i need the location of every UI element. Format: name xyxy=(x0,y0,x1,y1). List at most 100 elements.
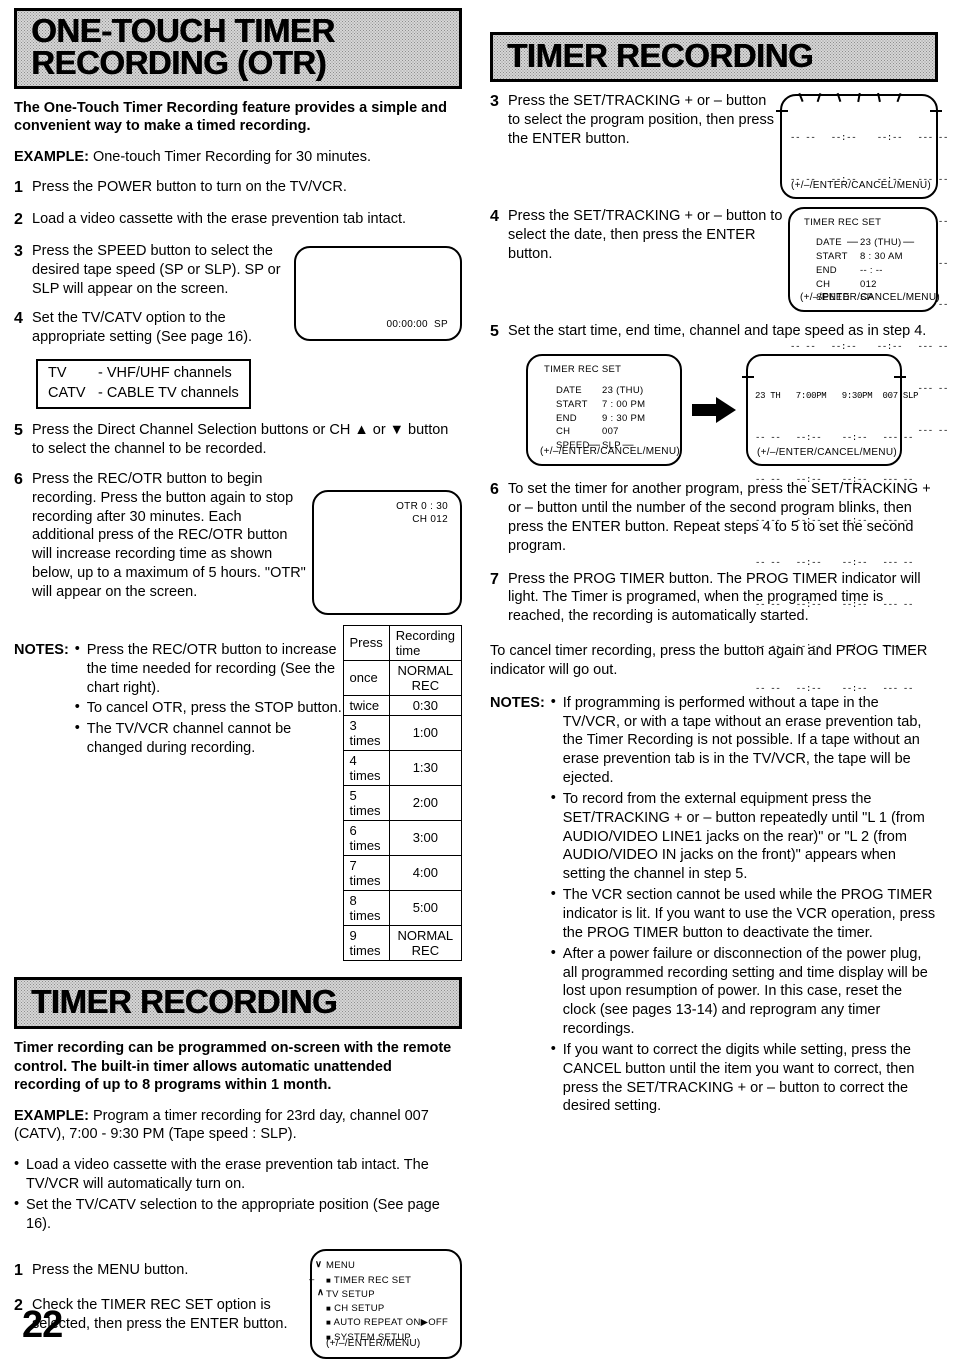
osd-otr-block: OTR 0 : 30 CH 012 xyxy=(396,500,448,527)
osd-menu-item-selected: – ■ TIMER REC SET xyxy=(309,1274,448,1288)
osd-menu-item: ∧ TV SETUP xyxy=(317,1287,448,1302)
osd-menu-item: ■ CH SETUP xyxy=(326,1302,448,1316)
osd-trs-label: START xyxy=(816,251,848,263)
osd-trs-value: 012 xyxy=(860,278,877,290)
osd-menu-item-label: TV SETUP xyxy=(326,1288,375,1300)
osd-speed-counter: 00:00:00 SP xyxy=(387,318,448,332)
cell-time: 0:30 xyxy=(388,694,463,716)
osd-program-list-screen-step3: -- -- --:-- --:-- --- -- -- -- --:-- --:… xyxy=(776,93,948,436)
blink-tick-icon xyxy=(816,93,821,103)
bullet-square-icon: ■ xyxy=(326,1318,332,1328)
recording-time-table: Press Recording time once NORMAL REC twic… xyxy=(342,624,463,961)
osd-trs-title: TIMER REC SET xyxy=(544,364,622,376)
otr-example: EXAMPLE: One-touch Timer Recording for 3… xyxy=(14,148,462,167)
osd-trs-row: CH 012 xyxy=(816,278,903,292)
right-notes: NOTES: If programming is performed witho… xyxy=(490,693,938,1119)
osd-otr-channel: CH 012 xyxy=(412,514,448,526)
step-number: 5 xyxy=(14,422,23,440)
blink-tick-icon xyxy=(798,93,804,103)
timer-step-1: 1 Press the MENU button. xyxy=(14,1261,306,1282)
step-text: Press the SPEED button to select the des… xyxy=(32,242,281,297)
step-number: 1 xyxy=(14,1262,23,1280)
otr-step-6: 6 Press the REC/OTR button to begin reco… xyxy=(14,470,306,602)
cursor-up-icon: ∧ xyxy=(317,1286,325,1298)
osd-menu-title: MENU xyxy=(326,1260,356,1272)
osd-trs-value: 23 (THU) xyxy=(847,235,915,251)
osd-program-row: -- -- --:-- --:-- --- -- xyxy=(790,133,949,144)
step-number: 4 xyxy=(14,310,23,328)
cell-time: 3:00 xyxy=(388,819,463,856)
timer-recording-title-right: TIMER RECORDING xyxy=(507,37,814,74)
table-header-row: Press Recording time xyxy=(342,624,463,661)
osd-trs-label: END xyxy=(556,412,577,424)
manual-page: ONE-TOUCH TIMER RECORDING (OTR) The One-… xyxy=(0,0,954,1359)
cell-time: 1:30 xyxy=(388,749,463,786)
cell-time: NORMAL REC xyxy=(388,924,463,961)
table-row: 8 times 5:00 xyxy=(342,889,463,926)
tv-catv-row: CATV - CABLE TV channels xyxy=(48,384,239,404)
osd-trs-row: START 7 : 00 PM xyxy=(556,398,645,412)
osd-trs-footer: (+/–/ENTER/CANCEL/MENU) xyxy=(540,445,680,457)
step-text: Set the TV/CATV option to the appropriat… xyxy=(32,310,253,346)
table-row: twice 0:30 xyxy=(342,694,463,716)
osd-trs-row: DATE23 (THU) xyxy=(816,235,915,251)
note-item: The VCR section cannot be used while the… xyxy=(551,885,938,943)
cell-time: 2:00 xyxy=(388,784,463,821)
blink-tick-icon xyxy=(896,93,902,103)
step-number: 6 xyxy=(14,470,23,488)
tv-catv-row: TV - VHF/UHF channels xyxy=(48,364,239,384)
otr-step-6-block: 6 Press the REC/OTR button to begin reco… xyxy=(14,470,462,615)
osd-menu-list: ∨ MENU – ■ TIMER REC SET ∧ TV SETUP ■ CH… xyxy=(309,1259,448,1345)
cell-time: 4:00 xyxy=(388,854,463,891)
osd-trs-value: 007 xyxy=(602,426,619,438)
notes-label: NOTES: xyxy=(14,641,69,658)
osd-menu-item-label: AUTO REPEAT ON▶OFF xyxy=(333,1317,449,1329)
osd-trs-value: 8 : 30 AM xyxy=(860,251,903,263)
timer-steps-block: 1 Press the MENU button. 2 Check the TIM… xyxy=(14,1249,462,1359)
section-header-otr: ONE-TOUCH TIMER RECORDING (OTR) xyxy=(14,8,462,89)
osd-menu-title-row: ∨ MENU xyxy=(315,1259,448,1273)
osd-timer-rec-set-screen-step5: TIMER REC SET DATE 23 (THU) START 7 : 00 P… xyxy=(526,354,682,467)
osd-trs-label: DATE xyxy=(556,385,582,397)
tv-catv-key: CATV xyxy=(48,384,86,401)
tv-screen-otr-display: OTR 0 : 30 CH 012 xyxy=(312,489,462,615)
two-column-layout: ONE-TOUCH TIMER RECORDING (OTR) The One-… xyxy=(14,8,948,1359)
step-text: Press the REC/OTR button to begin record… xyxy=(32,470,306,600)
blink-tick-icon xyxy=(877,93,881,103)
step-number: 6 xyxy=(490,481,499,499)
osd-menu-footer: (+/–/ENTER/MENU) xyxy=(326,1337,421,1349)
cell-press: twice xyxy=(342,694,390,716)
cell-press: 5 times xyxy=(342,784,390,821)
osd-menu-item: ■ AUTO REPEAT ON▶OFF xyxy=(326,1316,448,1330)
step-number: 3 xyxy=(490,93,499,111)
osd-trs-row: CH 007 xyxy=(556,425,645,439)
bullet-item: Load a video cassette with the erase pre… xyxy=(14,1155,462,1194)
osd-trs-value: 9 : 30 PM xyxy=(602,412,646,424)
otr-step-3: 3 Press the SPEED button to select the d… xyxy=(14,242,286,299)
notes-list: If programming is performed without a ta… xyxy=(551,693,938,1119)
cursor-down-icon: ∨ xyxy=(315,1259,323,1271)
blink-tick-icon xyxy=(742,376,754,378)
osd-trs-label: START xyxy=(556,398,588,410)
page-number: 22 xyxy=(22,1304,63,1346)
osd-program-row: -- -- --:-- --:-- --- -- xyxy=(755,641,914,652)
osd-program-list-screen-step5: 23 TH 7:00PM 9:30PM 007 SLP -- -- --:-- … xyxy=(742,354,919,694)
osd-program-row: -- -- --:-- --:-- --- -- xyxy=(755,600,914,611)
osd-speed-value: SP xyxy=(434,319,448,331)
note-item: To cancel OTR, press the STOP button. xyxy=(75,698,343,718)
step-number: 4 xyxy=(490,208,499,226)
right-arrow-icon xyxy=(692,397,736,424)
right-column: TIMER RECORDING 3 Press the SET/TRACKING… xyxy=(476,8,948,1359)
table-row: 5 times 2:00 xyxy=(342,784,463,821)
step-text: Press the SET/TRACKING + or – button to … xyxy=(508,208,783,263)
step-text: Check the TIMER REC SET option is select… xyxy=(32,1297,288,1332)
notes-label: NOTES: xyxy=(490,694,545,711)
otr-notes: NOTES: Press the REC/OTR button to incre… xyxy=(14,625,343,760)
cell-time: 1:00 xyxy=(388,714,463,751)
osd-trs-row: START 8 : 30 AM xyxy=(816,250,903,264)
osd-program-row: -- -- --:-- --:-- --- -- xyxy=(755,432,914,443)
otr-title: ONE-TOUCH TIMER RECORDING (OTR) xyxy=(31,12,335,82)
bullet-square-icon: ■ xyxy=(326,1275,332,1285)
table-row: 6 times 3:00 xyxy=(342,819,463,856)
tv-catv-value: - CABLE TV channels xyxy=(98,384,239,401)
